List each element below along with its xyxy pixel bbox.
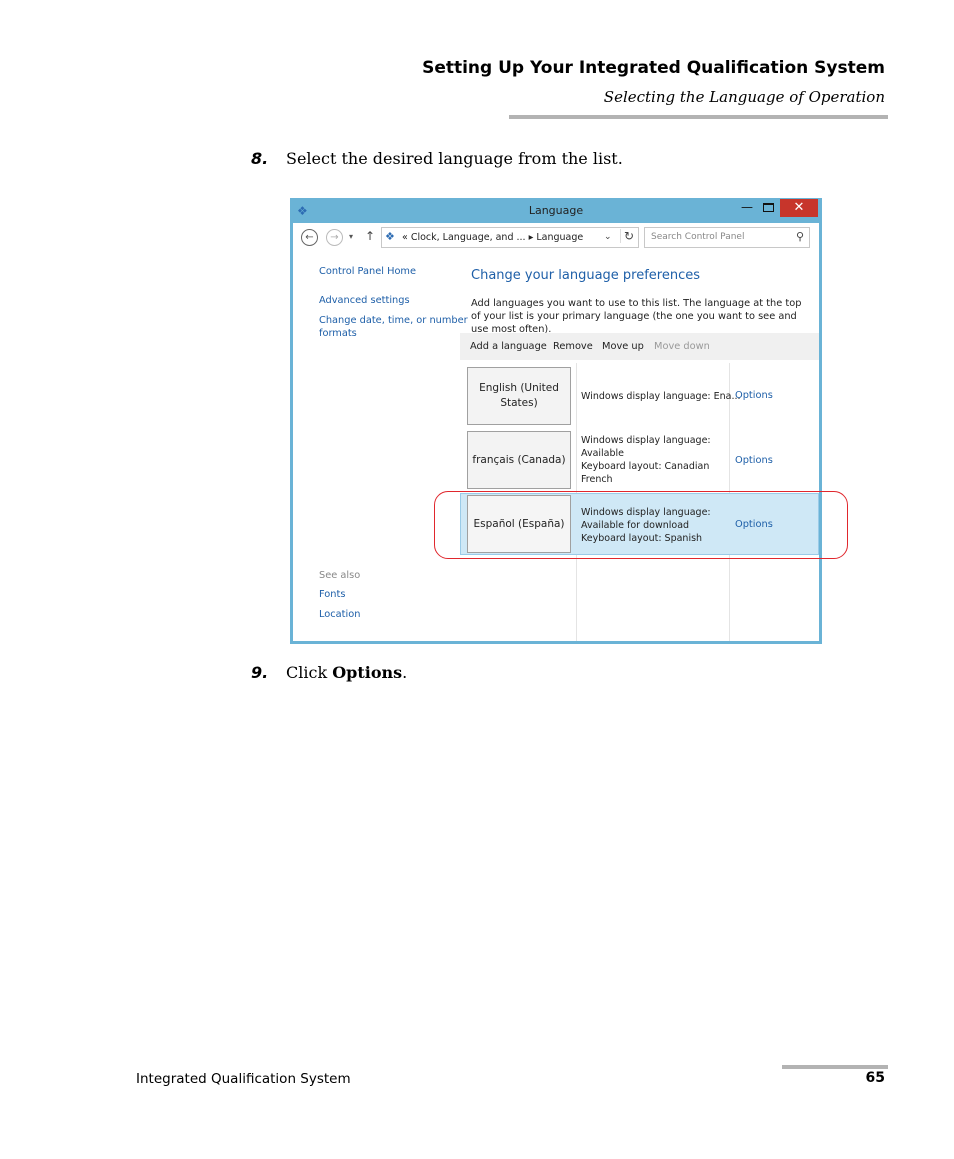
language-info: Windows display language: Available Keyb…: [581, 435, 711, 485]
address-bar: ← → ▾ ↑ ❖ « Clock, Language, and ... ▸ L…: [293, 223, 819, 253]
forward-button[interactable]: →: [326, 229, 343, 246]
refresh-icon[interactable]: ↻: [620, 229, 634, 243]
search-icon[interactable]: ⚲: [796, 230, 804, 243]
options-link[interactable]: Options: [735, 390, 773, 401]
window-content: ← → ▾ ↑ ❖ « Clock, Language, and ... ▸ L…: [293, 223, 819, 641]
language-tile[interactable]: français (Canada): [467, 431, 571, 489]
sidebar-link-change-date-cont[interactable]: formats: [319, 328, 357, 339]
language-row[interactable]: English (United States) Windows display …: [460, 367, 819, 427]
breadcrumb[interactable]: ❖ « Clock, Language, and ... ▸ Language …: [381, 227, 639, 248]
breadcrumb-path[interactable]: « Clock, Language, and ... ▸ Language: [402, 232, 583, 243]
language-toolbar: Add a language Remove Move up Move down: [460, 333, 819, 360]
step-text: Select the desired language from the lis…: [286, 149, 623, 168]
sidebar-link-location[interactable]: Location: [319, 609, 360, 620]
step-number: 8.: [251, 149, 269, 168]
chevron-down-icon[interactable]: ⌄: [604, 232, 612, 242]
language-tile[interactable]: English (United States): [467, 367, 571, 425]
highlight-annotation: [434, 491, 848, 559]
step-text-bold: Options: [332, 663, 403, 682]
back-button[interactable]: ←: [301, 229, 318, 246]
sidebar-link-control-panel-home[interactable]: Control Panel Home: [319, 266, 416, 277]
sidebar-link-change-date[interactable]: Change date, time, or number: [319, 315, 468, 326]
step-text-suffix: .: [402, 663, 408, 682]
page-number: 65: [865, 1070, 885, 1086]
header-rule: [509, 115, 888, 119]
maximize-button[interactable]: [763, 203, 774, 212]
step-text: Click Options.: [286, 663, 407, 682]
close-button[interactable]: ✕: [780, 199, 818, 217]
move-up-button[interactable]: Move up: [602, 341, 644, 352]
language-row[interactable]: français (Canada) Windows display langua…: [460, 431, 819, 491]
options-link[interactable]: Options: [735, 455, 773, 466]
search-placeholder: Search Control Panel: [651, 232, 745, 242]
search-input[interactable]: Search Control Panel ⚲: [644, 227, 810, 248]
language-info: Windows display language: Ena...: [581, 391, 741, 402]
chapter-title: Setting Up Your Integrated Qualification…: [422, 58, 885, 78]
sidebar-link-advanced-settings[interactable]: Advanced settings: [319, 295, 410, 306]
minimize-button[interactable]: —: [740, 200, 754, 214]
step-number: 9.: [251, 663, 269, 682]
add-language-button[interactable]: Add a language: [470, 341, 547, 352]
recent-pages-dropdown-icon[interactable]: ▾: [349, 232, 353, 241]
footer-rule: [782, 1065, 888, 1069]
sidebar-link-fonts[interactable]: Fonts: [319, 589, 345, 600]
section-title: Selecting the Language of Operation: [603, 88, 885, 106]
see-also-label: See also: [319, 570, 361, 581]
up-button[interactable]: ↑: [365, 229, 375, 243]
page-heading: Change your language preferences: [471, 268, 701, 283]
step-text-prefix: Click: [286, 663, 333, 682]
language-window: ❖ Language — ✕ ← → ▾ ↑ ❖ « Clock, Langua…: [290, 198, 822, 644]
footer-title: Integrated Qualification System: [136, 1071, 351, 1087]
remove-button[interactable]: Remove: [553, 341, 593, 352]
page-description: Add languages you want to use to this li…: [471, 298, 802, 335]
move-down-button[interactable]: Move down: [654, 341, 710, 352]
control-panel-icon: ❖: [385, 230, 395, 243]
